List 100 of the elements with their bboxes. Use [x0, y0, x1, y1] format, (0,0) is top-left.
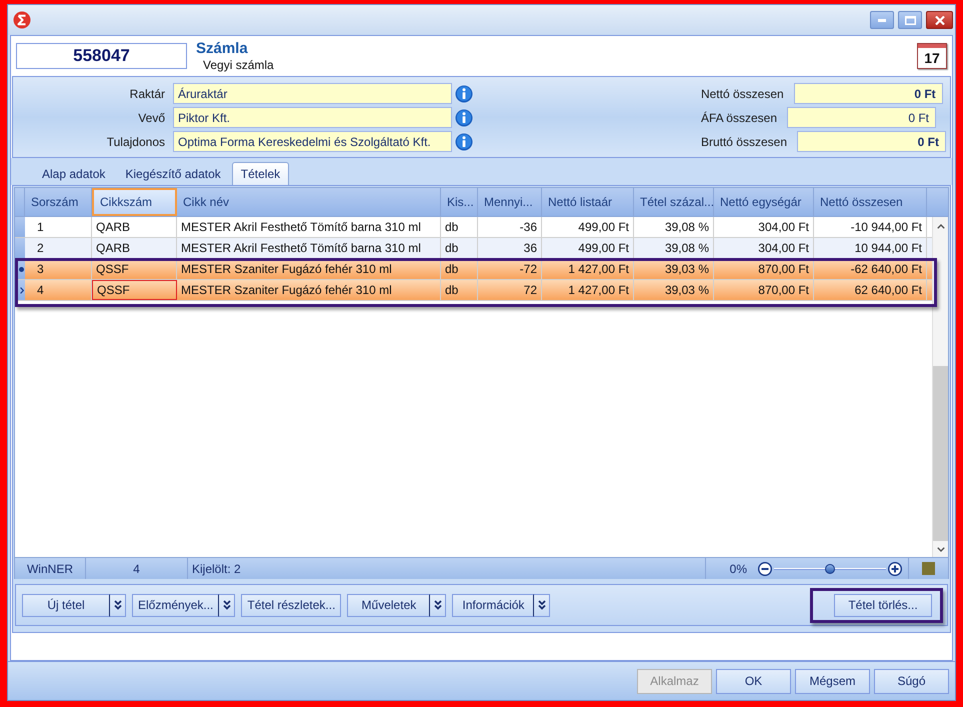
- row-marker-icon: [19, 266, 24, 272]
- table-cell: 499,00 Ft: [542, 217, 634, 237]
- column-header[interactable]: Kis...: [441, 188, 478, 216]
- calendar-button[interactable]: 17: [917, 43, 947, 69]
- table-row[interactable]: 1 QARB MESTER Akril Festhető Tömítő barna 310 ml db -36 499,00 Ft 39,08 % 304,00 Ft -10 944,00 Ft: [15, 217, 932, 238]
- column-header[interactable]: Sorszám: [25, 188, 92, 216]
- table-cell: MESTER Szaniter Fugázó fehér 310 ml: [177, 259, 441, 279]
- dropdown-button[interactable]: [110, 594, 126, 616]
- minimize-button[interactable]: [870, 11, 894, 29]
- table-cell: 3: [25, 259, 92, 279]
- table-cell: db: [441, 259, 478, 279]
- table-cell: -36: [478, 217, 542, 237]
- toolbar-button[interactable]: Tétel részletek...: [241, 594, 342, 616]
- dialog-button[interactable]: Mégsem: [795, 668, 870, 694]
- field-input[interactable]: Piktor Kft.: [173, 107, 452, 128]
- field-label: Raktár: [128, 86, 165, 102]
- table-cell: db: [441, 217, 478, 237]
- info-icon[interactable]: [455, 132, 473, 150]
- scrollbar[interactable]: [932, 217, 948, 557]
- table-cell: MESTER Akril Festhető Tömítő barna 310 ml: [177, 238, 441, 258]
- table-cell: 304,00 Ft: [714, 217, 814, 237]
- document-title: Számla: [196, 41, 249, 56]
- field-label: Vevő: [137, 110, 165, 126]
- dialog-button[interactable]: OK: [716, 668, 791, 694]
- table-cell: 1: [25, 217, 92, 237]
- column-header[interactable]: Mennyi...: [478, 188, 542, 216]
- table-cell: db: [441, 238, 478, 258]
- status-selection: Kijelölt: 2: [191, 560, 242, 578]
- table-cell: 39,03 %: [634, 259, 714, 279]
- tab[interactable]: Kiegészítő adatok: [116, 162, 230, 185]
- toolbar-button[interactable]: Új tétel: [22, 594, 110, 616]
- close-button[interactable]: [926, 11, 953, 29]
- status-app-name: WinNER: [15, 558, 86, 579]
- table-cell: QARB: [92, 238, 177, 258]
- total-field: 0 Ft: [794, 83, 943, 104]
- delete-item-button[interactable]: Tétel törlés...: [834, 594, 932, 616]
- table-cell: 499,00 Ft: [542, 238, 634, 258]
- column-header[interactable]: Tétel százal...: [634, 188, 714, 216]
- total-label: Nettó összesen: [700, 86, 784, 102]
- zoom-slider-track[interactable]: [774, 562, 886, 574]
- info-icon[interactable]: [455, 108, 473, 126]
- zoom-in-icon[interactable]: [888, 562, 902, 576]
- table-cell: 39,08 %: [634, 238, 714, 258]
- table-cell: 36: [478, 238, 542, 258]
- document-subtitle: Vegyi számla: [203, 59, 274, 71]
- status-count: 4: [86, 558, 188, 579]
- scroll-up-icon[interactable]: [936, 224, 944, 228]
- double-chevron-icon: [114, 600, 122, 610]
- toolbar-button[interactable]: Műveletek: [347, 594, 430, 616]
- table-cell: -10 944,00 Ft: [814, 217, 927, 237]
- column-header[interactable]: Cikk név: [177, 188, 441, 216]
- double-chevron-icon: [222, 600, 231, 610]
- table-cell: 62 640,00 Ft: [814, 280, 927, 300]
- total-label: ÁFA összesen: [700, 110, 777, 126]
- dropdown-button[interactable]: [219, 594, 236, 616]
- table-cell: 39,08 %: [634, 217, 714, 237]
- dropdown-button[interactable]: [534, 594, 550, 616]
- column-header[interactable]: Nettó összesen: [814, 188, 927, 216]
- field-input[interactable]: Áruraktár: [173, 83, 452, 104]
- toolbar-button[interactable]: Előzmények...: [132, 594, 220, 616]
- minimize-icon: [878, 18, 886, 22]
- header-filler: [927, 188, 948, 216]
- field-input[interactable]: Optima Forma Kereskedelmi és Szolgáltató Kft.: [173, 131, 452, 152]
- column-header[interactable]: Nettó listaár: [542, 188, 634, 216]
- table-cell: MESTER Akril Festhető Tömítő barna 310 ml: [177, 217, 441, 237]
- info-icon[interactable]: [455, 84, 473, 102]
- table-cell: 1 427,00 Ft: [542, 280, 634, 300]
- scrollbar-thumb[interactable]: [933, 366, 948, 541]
- table-cell: QSSF: [92, 259, 177, 279]
- column-header[interactable]: Cikkszám: [92, 188, 177, 216]
- table-cell: 304,00 Ft: [714, 238, 814, 258]
- dialog-button[interactable]: Súgó: [874, 668, 949, 694]
- table-row[interactable]: 2 QARB MESTER Akril Festhető Tömítő barna 310 ml db 36 499,00 Ft 39,08 % 304,00 Ft 10 944,00 Ft: [15, 238, 932, 259]
- toolbar-button[interactable]: Információk: [452, 594, 534, 616]
- total-label: Bruttó összesen: [700, 134, 787, 150]
- table-cell: MESTER Szaniter Fugázó fehér 310 ml: [177, 280, 441, 300]
- table-cell: 2: [25, 238, 92, 258]
- zoom-out-icon[interactable]: [758, 562, 772, 576]
- table-cell: 10 944,00 Ft: [814, 238, 927, 258]
- table-cell: 39,03 %: [634, 280, 714, 300]
- tab[interactable]: Tételek: [232, 162, 290, 185]
- double-chevron-icon: [538, 600, 546, 610]
- table-cell: -62 640,00 Ft: [814, 259, 927, 279]
- double-chevron-icon: [434, 600, 442, 610]
- app-icon: [13, 11, 31, 29]
- table-cell: 870,00 Ft: [714, 280, 814, 300]
- zoom-reading: 0%: [705, 558, 753, 579]
- dropdown-button[interactable]: [430, 594, 446, 616]
- tab[interactable]: Alap adatok: [33, 162, 114, 185]
- scroll-down-icon[interactable]: [936, 546, 944, 552]
- close-icon: [934, 16, 944, 24]
- table-cell: 870,00 Ft: [714, 259, 814, 279]
- table-cell: 4: [25, 280, 92, 300]
- table-cell: QARB: [92, 217, 177, 237]
- table-cell: -72: [478, 259, 542, 279]
- zoom-slider-thumb[interactable]: [825, 564, 835, 574]
- table-cell: 72: [478, 280, 542, 300]
- document-number: 558047: [16, 43, 187, 69]
- column-header[interactable]: Nettó egységár: [714, 188, 814, 216]
- maximize-icon: [904, 16, 916, 24]
